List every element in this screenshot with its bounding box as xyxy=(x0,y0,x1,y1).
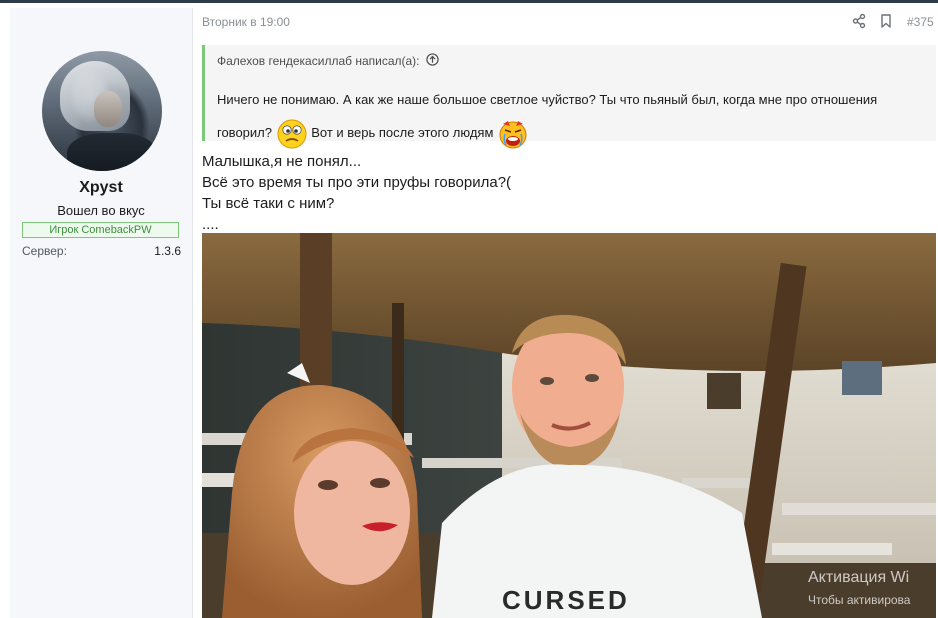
user-title: Вошел во вкус xyxy=(57,203,145,218)
server-value: 1.3.6 xyxy=(154,244,181,258)
bookmark-icon[interactable] xyxy=(878,13,894,29)
avatar-coat xyxy=(67,133,157,171)
shirt-text: CURSED xyxy=(502,585,630,615)
message-line: Ты всё таки с ним? xyxy=(202,195,335,212)
message-line: .... xyxy=(202,216,219,233)
photo-illustration: CURSED xyxy=(202,233,936,618)
message-body: Малышка,я не понял... Всё это время ты п… xyxy=(202,151,511,235)
share-icon[interactable] xyxy=(851,13,867,29)
message-line: Всё это время ты про эти пруфы говорила?… xyxy=(202,174,512,191)
avatar[interactable] xyxy=(42,51,162,171)
user-sidebar: Xpyst Вошел во вкус Игрок ComebackPW Сер… xyxy=(10,8,193,618)
quote-block: Фалехов гендекасиллаб написал(а): Ничего… xyxy=(202,45,936,149)
windows-activation-title: Активация Wi xyxy=(808,569,910,586)
top-bar xyxy=(0,0,938,3)
avatar-hair xyxy=(60,61,130,131)
message-line: Малышка,я не понял... xyxy=(202,153,362,170)
quote-text: Ничего не понимаю. А как же наше большое… xyxy=(217,83,923,150)
post-date[interactable]: Вторник в 19:00 xyxy=(202,15,290,29)
crying-smiley-icon xyxy=(497,118,529,150)
quote-author[interactable]: Фалехов гендекасиллаб написал(а): xyxy=(217,54,420,68)
windows-activation-subtitle: Чтобы активирова xyxy=(808,593,911,607)
username[interactable]: Xpyst xyxy=(10,179,192,197)
avatar-face xyxy=(94,91,122,127)
attached-photo[interactable]: CURSED Активация Wi Чтобы активирова xyxy=(202,233,936,618)
confused-smiley-icon xyxy=(276,118,308,150)
server-label: Сервер: xyxy=(22,244,67,258)
go-to-quote-icon[interactable] xyxy=(425,53,439,69)
post-number[interactable]: #375 xyxy=(907,15,934,29)
quote-text-part2: Вот и верь после этого людям xyxy=(311,125,494,140)
quote-header[interactable]: Фалехов гендекасиллаб написал(а): xyxy=(217,53,439,69)
user-banner: Игрок ComebackPW xyxy=(22,222,179,238)
